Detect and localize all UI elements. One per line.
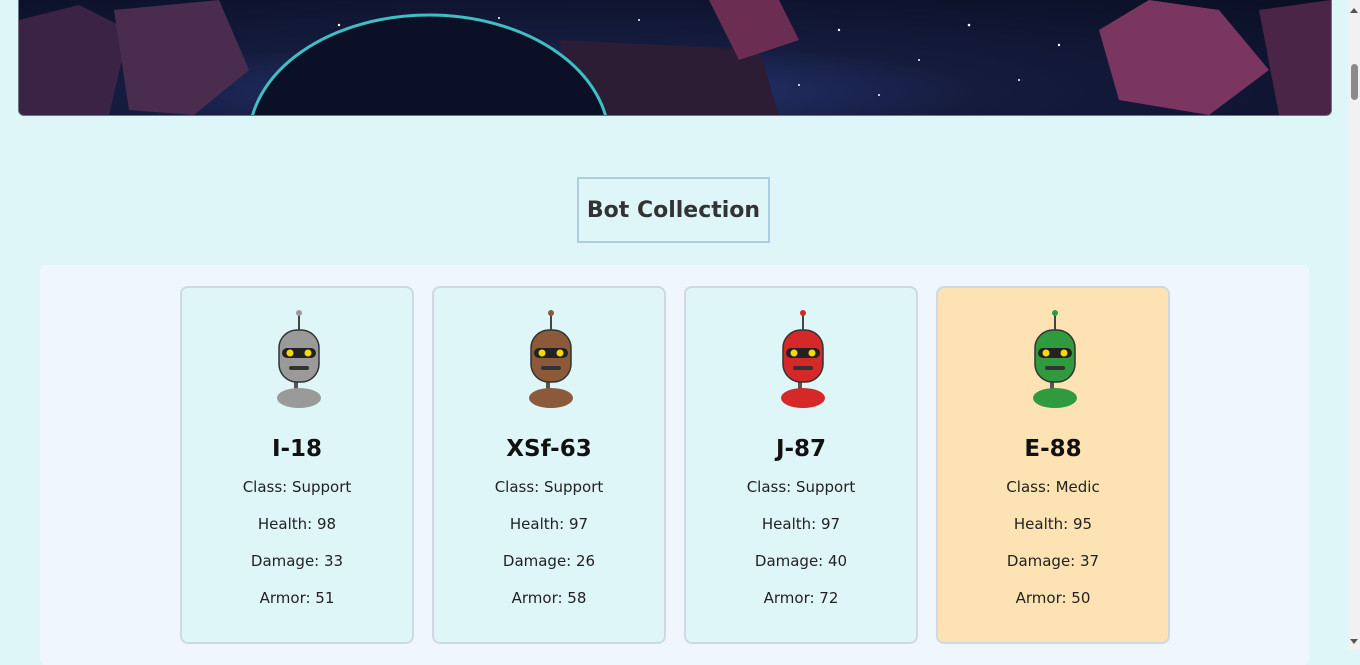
bot-damage: Damage: 40: [754, 552, 848, 570]
bot-card[interactable]: I-18 Class: Support Health: 98 Damage: 33 Ar…: [180, 286, 414, 644]
scroll-thumb[interactable]: [1351, 64, 1358, 100]
bot-avatar-icon: [938, 308, 1168, 408]
bot-card[interactable]: E-88 Class: Medic Health: 95 Damage: 37 Armo…: [936, 286, 1170, 644]
bot-class: Class: Medic: [1006, 478, 1100, 496]
hero-banner-image: [18, 0, 1332, 116]
bot-card[interactable]: J-87 Class: Support Health: 97 Damage: 40 Ar…: [684, 286, 918, 644]
bot-damage: Damage: 37: [1006, 552, 1100, 570]
bot-class: Class: Support: [242, 478, 352, 496]
page-scrollbar[interactable]: [1348, 0, 1360, 650]
bot-armor: Armor: 58: [511, 589, 587, 607]
bot-health: Health: 98: [257, 515, 337, 533]
bot-avatar-icon: [686, 308, 916, 408]
bot-name: I-18: [271, 436, 323, 462]
bot-health: Health: 95: [1013, 515, 1093, 533]
section-title: Bot Collection: [577, 177, 770, 243]
bot-damage: Damage: 33: [250, 552, 344, 570]
bot-health: Health: 97: [761, 515, 841, 533]
bot-card[interactable]: XSf-63 Class: Support Health: 97 Damage: 26…: [432, 286, 666, 644]
scroll-down-icon[interactable]: [1350, 639, 1358, 644]
bot-armor: Armor: 72: [763, 589, 839, 607]
bot-avatar-icon: [434, 308, 664, 408]
bot-armor: Armor: 51: [259, 589, 335, 607]
scroll-up-icon[interactable]: [1350, 8, 1358, 13]
bot-health: Health: 97: [509, 515, 589, 533]
bot-name: E-88: [1024, 436, 1082, 462]
bot-name: J-87: [775, 436, 827, 462]
bot-class: Class: Support: [746, 478, 856, 496]
bot-damage: Damage: 26: [502, 552, 596, 570]
bot-class: Class: Support: [494, 478, 604, 496]
bot-armor: Armor: 50: [1015, 589, 1091, 607]
bot-name: XSf-63: [506, 436, 592, 462]
bot-avatar-icon: [182, 308, 412, 408]
